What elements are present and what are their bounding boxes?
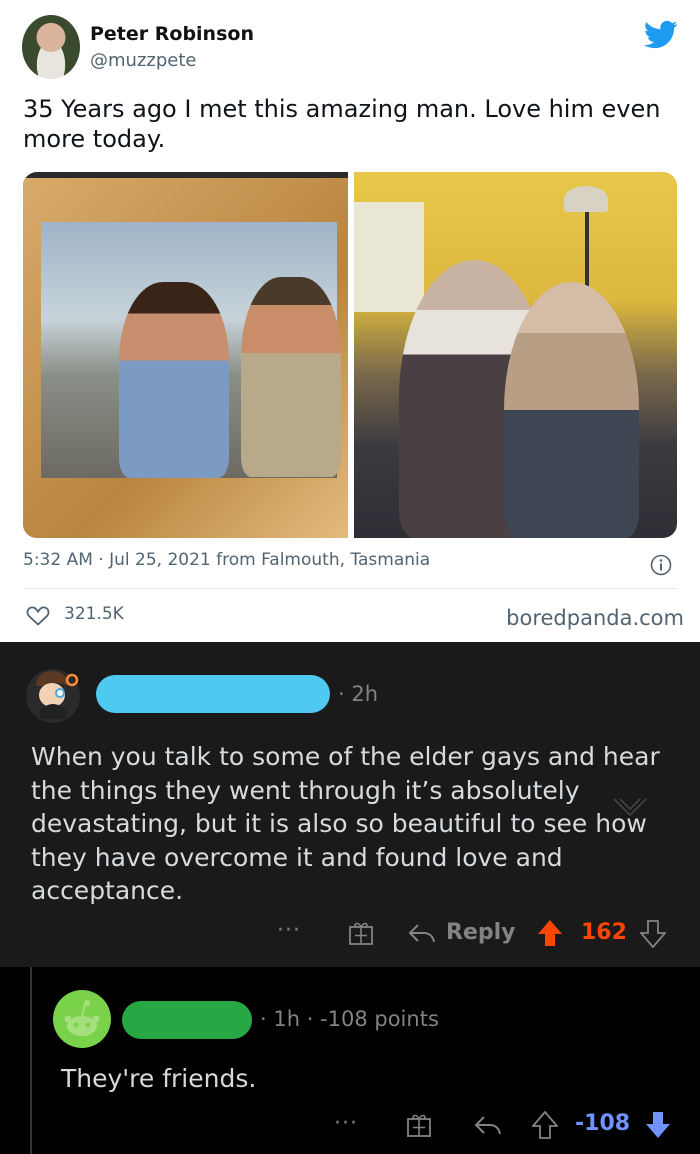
- tweet-display-name[interactable]: Peter Robinson: [90, 23, 254, 45]
- chevron-down-icon: [613, 798, 647, 816]
- award-icon[interactable]: [406, 1112, 432, 1138]
- tweet-timestamp[interactable]: 5:32 AM · Jul 25, 2021 from Falmouth, Ta…: [23, 550, 430, 570]
- photo-couple-today[interactable]: [354, 172, 677, 538]
- more-options-button[interactable]: ···: [277, 918, 301, 943]
- man-right-figure: [241, 277, 341, 477]
- user-avatar-icon[interactable]: [22, 660, 84, 724]
- thread-line[interactable]: [30, 967, 32, 1154]
- award-icon[interactable]: [348, 920, 374, 946]
- second-man-figure: [504, 282, 639, 538]
- username-redacted[interactable]: [122, 1001, 252, 1039]
- downvote-icon[interactable]: [640, 920, 666, 948]
- like-count: 321.5K: [64, 604, 124, 624]
- heart-icon[interactable]: [26, 604, 50, 626]
- photo-framed-picture[interactable]: [23, 172, 348, 538]
- watermark: boredpanda.com: [506, 606, 684, 630]
- tweet-card: Peter Robinson @muzzpete 35 Years ago I …: [0, 0, 700, 642]
- vote-score: -108: [575, 1111, 631, 1136]
- reddit-comment: · 2h When you talk to some of the elder …: [0, 642, 700, 967]
- man-left-figure: [119, 282, 229, 478]
- divider: [23, 588, 677, 589]
- tweet-handle[interactable]: @muzzpete: [90, 50, 196, 71]
- info-icon[interactable]: [650, 554, 672, 576]
- comment-actions: ··· Reply 162: [0, 914, 700, 954]
- vote-score: 162: [581, 920, 627, 945]
- upvote-icon[interactable]: [532, 1111, 558, 1139]
- reply-icon[interactable]: [474, 1114, 502, 1136]
- comment-text: When you talk to some of the elder gays …: [31, 742, 660, 905]
- tweet-photos: [23, 172, 677, 538]
- lamp-shade: [564, 186, 608, 212]
- twitter-bird-icon[interactable]: [644, 20, 678, 50]
- downvote-icon[interactable]: [645, 1111, 671, 1139]
- snoo-avatar-icon[interactable]: [53, 990, 111, 1048]
- comment-meta: · 1h · -108 points: [260, 1007, 439, 1031]
- old-photo: [41, 222, 341, 478]
- comment-time: · 2h: [338, 682, 379, 706]
- username-redacted[interactable]: [96, 675, 330, 713]
- reply-icon[interactable]: [408, 922, 436, 944]
- more-options-button[interactable]: ···: [334, 1111, 358, 1136]
- picture-frame: [23, 178, 348, 538]
- tweet-avatar[interactable]: [22, 15, 80, 79]
- tweet-text: 35 Years ago I met this amazing man. Lov…: [23, 95, 661, 153]
- reddit-reply-comment: · 1h · -108 points They're friends. ··· …: [0, 967, 700, 1154]
- comment-text: They're friends.: [61, 1064, 257, 1093]
- upvote-icon[interactable]: [537, 919, 563, 947]
- reply-button[interactable]: Reply: [446, 920, 516, 945]
- window-shape: [354, 202, 424, 312]
